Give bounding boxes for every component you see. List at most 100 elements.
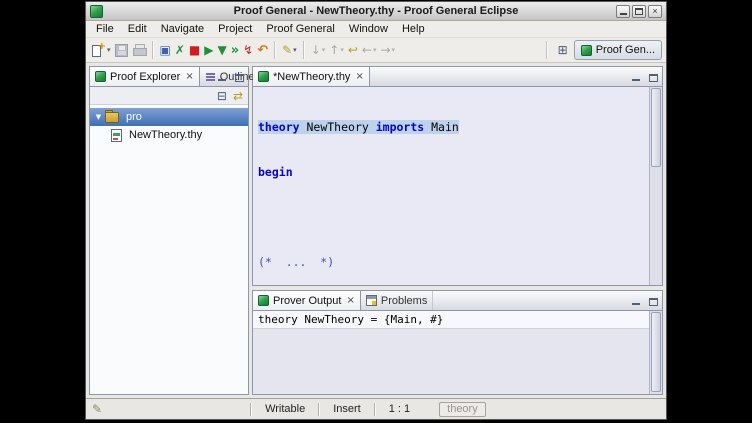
menu-proof-general[interactable]: Proof General [259, 22, 341, 36]
perspective-label: Proof Gen... [596, 44, 655, 56]
run-to-end-button[interactable]: » [229, 40, 241, 61]
toolbar-separator [274, 41, 276, 59]
annotate-button[interactable]: ✎ ▾ [280, 40, 299, 61]
link-with-editor-icon[interactable]: ⇄ [233, 90, 243, 102]
restart-prover-button[interactable]: ▣ [158, 40, 173, 61]
open-perspective-icon: ⊞ [558, 44, 568, 56]
maximize-view-button[interactable] [646, 294, 660, 308]
new-wizard-button[interactable]: + ▾ [89, 40, 113, 61]
tree-row-project[interactable]: ▼ pro [90, 108, 248, 126]
restart-prover-icon: ▣ [160, 44, 171, 56]
keyword-begin: begin [258, 165, 293, 179]
minimize-view-button[interactable] [215, 70, 229, 84]
goto-cursor-button[interactable]: ▼ [216, 40, 229, 61]
status-writable: Writable [252, 403, 318, 415]
editor-panel: *NewTheory.thy × theory NewTheory import… [252, 66, 663, 286]
maximize-view-button[interactable] [646, 70, 660, 84]
code-editor[interactable]: theory NewTheory imports Main begin (* .… [253, 87, 649, 285]
forward-icon: → [380, 44, 390, 56]
save-button[interactable] [113, 40, 130, 61]
menu-project[interactable]: Project [211, 22, 259, 36]
prover-output-view[interactable]: theory NewTheory = {Main, #} [253, 311, 649, 394]
code-line-2: begin [258, 165, 649, 180]
code-line-4: (* ... *) [258, 255, 649, 270]
proof-explorer-panel: Proof Explorer × Outline ⊟ ⇄ [89, 66, 249, 395]
maximize-view-icon [235, 74, 244, 82]
tab-problems[interactable]: Problems [361, 291, 433, 310]
retract-all-button[interactable]: ✗ [173, 40, 187, 61]
next-step-button[interactable]: ▶ [202, 40, 215, 61]
tab-close-icon[interactable]: × [184, 71, 193, 82]
back-button[interactable]: ← ▾ [360, 40, 379, 61]
next-annotation-button[interactable]: ↓ ▾ [309, 40, 328, 61]
annotate-icon: ✎ [282, 44, 292, 56]
file-name: NewTheory.thy [126, 129, 205, 141]
editor-scrollbar-thumb[interactable] [651, 88, 661, 167]
forward-button[interactable]: → ▾ [378, 40, 397, 61]
back-dropdown-icon: ▾ [373, 46, 377, 54]
editor-scrollbar[interactable] [649, 87, 662, 285]
tab-editor-newtheory[interactable]: *NewTheory.thy × [253, 67, 370, 86]
toolbar-separator [546, 41, 548, 59]
tree-row-file[interactable]: NewTheory.thy [90, 126, 248, 144]
prover-scrollbar[interactable] [649, 311, 662, 394]
proof-general-perspective-button[interactable]: Proof Gen... [574, 40, 662, 60]
undo-step-icon: ↶ [257, 44, 268, 57]
expander-icon[interactable]: ▼ [93, 113, 104, 121]
new-dropdown-icon: ▾ [107, 46, 111, 54]
proof-explorer-icon [95, 71, 106, 82]
tab-proof-explorer[interactable]: Proof Explorer × [90, 67, 200, 86]
open-perspective-button[interactable]: ⊞ [556, 40, 570, 61]
next-step-icon: ▶ [204, 44, 213, 56]
code-line-1: theory NewTheory imports Main [258, 120, 649, 135]
status-insert-mode: Insert [320, 403, 374, 415]
tab-proof-explorer-label: Proof Explorer [110, 71, 180, 83]
project-tree: ▼ pro NewTheory.thy [90, 105, 248, 394]
keyword-theory: theory [258, 120, 300, 134]
previous-annotation-button[interactable]: ↑ ▾ [327, 40, 346, 61]
prover-scrollbar-thumb[interactable] [651, 312, 661, 391]
minimize-view-icon [632, 302, 640, 305]
menu-window[interactable]: Window [342, 22, 395, 36]
menu-edit[interactable]: Edit [121, 22, 154, 36]
editor-tab-icon [258, 71, 269, 82]
tab-prover-output[interactable]: Prover Output × [253, 291, 361, 310]
workbench-area: Proof Explorer × Outline ⊟ ⇄ [86, 63, 666, 398]
close-icon: × [652, 7, 657, 16]
collapse-all-icon[interactable]: ⊟ [217, 90, 227, 102]
interrupt-button[interactable]: ↯ [241, 40, 255, 61]
editor-body: theory NewTheory imports Main begin (* .… [253, 87, 662, 285]
tab-close-icon[interactable]: × [354, 71, 363, 82]
screen: Proof General - NewTheory.thy - Proof Ge… [0, 0, 752, 423]
tab-close-icon[interactable]: × [345, 295, 354, 306]
title-bar[interactable]: Proof General - NewTheory.thy - Proof Ge… [86, 2, 666, 21]
previous-annotation-dropdown-icon: ▾ [340, 46, 344, 54]
stop-button[interactable]: ■ [187, 40, 202, 61]
goto-cursor-icon: ▼ [218, 44, 227, 56]
maximize-view-button[interactable] [232, 70, 246, 84]
menu-help[interactable]: Help [395, 22, 432, 36]
editor-column: *NewTheory.thy × theory NewTheory import… [252, 66, 663, 395]
toolbar-separator [303, 41, 305, 59]
annotate-dropdown-icon: ▾ [293, 46, 297, 54]
last-edit-location-button[interactable]: ↩ [346, 40, 360, 61]
processed-region: theory NewTheory imports Main [258, 120, 459, 134]
prover-output-panel: Prover Output × Problems [252, 290, 663, 395]
minimize-view-button[interactable] [629, 70, 643, 84]
minimize-button[interactable] [616, 5, 630, 18]
close-button[interactable]: × [648, 5, 662, 18]
prover-body: theory NewTheory = {Main, #} [253, 311, 662, 394]
keyword-imports: imports [376, 120, 424, 134]
print-button[interactable] [130, 40, 148, 61]
run-to-end-icon: » [231, 44, 239, 57]
menu-file[interactable]: File [89, 22, 121, 36]
undo-step-button[interactable]: ↶ [255, 40, 270, 61]
explorer-tab-bar: Proof Explorer × Outline [90, 67, 248, 87]
minimize-view-button[interactable] [629, 294, 643, 308]
status-note-icon: ✎ [92, 402, 102, 416]
project-folder-icon [105, 112, 119, 123]
maximize-button[interactable] [632, 5, 646, 18]
menu-navigate[interactable]: Navigate [154, 22, 211, 36]
import-target: Main [424, 120, 459, 134]
last-edit-location-icon: ↩ [348, 44, 358, 56]
